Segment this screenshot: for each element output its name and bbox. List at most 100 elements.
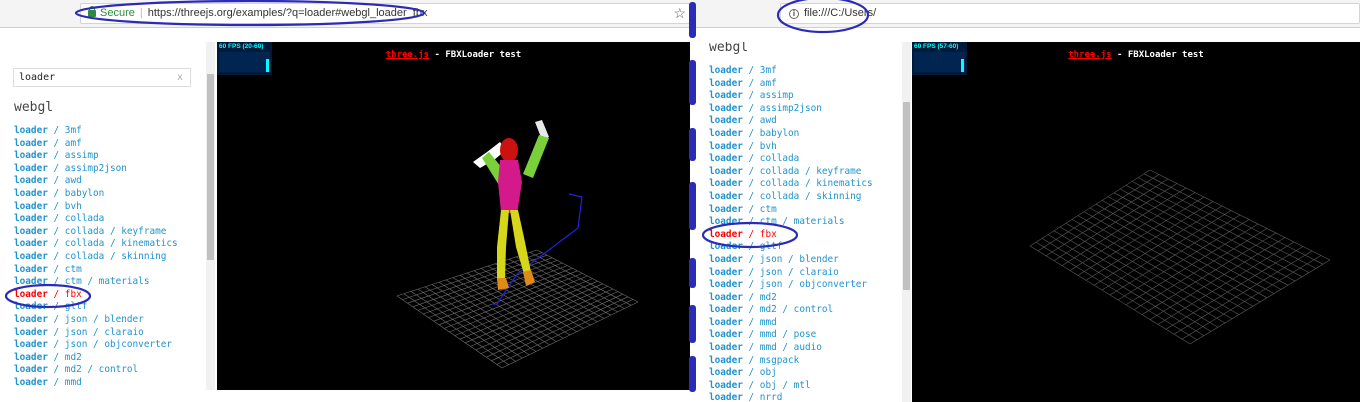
example-link[interactable]: loader / 3mf bbox=[14, 125, 178, 138]
webgl-viewport[interactable]: 60 FPS (57-60) three.js - FBXLoader test bbox=[912, 42, 1360, 402]
url-field[interactable]: Secure | https://threejs.org/examples/?q=l… bbox=[80, 3, 690, 24]
viewport-title-text: - FBXLoader test bbox=[429, 50, 522, 60]
example-link[interactable]: loader / mmd bbox=[14, 377, 178, 390]
example-link[interactable]: loader / json / objconverter bbox=[14, 339, 178, 352]
fps-bar bbox=[961, 59, 964, 72]
viewport-title: three.js - FBXLoader test bbox=[217, 50, 690, 60]
example-link[interactable]: loader / bvh bbox=[709, 141, 873, 154]
search-input[interactable]: loader x bbox=[13, 68, 191, 87]
example-link[interactable]: loader / md2 bbox=[14, 352, 178, 365]
example-path: / gltf bbox=[742, 241, 783, 253]
example-link[interactable]: loader / json / claraio bbox=[709, 267, 873, 280]
example-keyword: loader bbox=[709, 354, 743, 366]
example-path: / awd bbox=[47, 175, 82, 187]
left-foot bbox=[497, 278, 509, 290]
example-keyword: loader bbox=[709, 153, 743, 165]
example-link[interactable]: loader / json / claraio bbox=[14, 327, 178, 340]
sidebar-scrollbar[interactable] bbox=[902, 42, 911, 402]
info-icon[interactable]: i bbox=[789, 9, 799, 19]
url-text: https://threejs.org/examples/?q=loader#w… bbox=[147, 7, 428, 19]
grid-line bbox=[1165, 246, 1304, 330]
example-link[interactable]: loader / mmd / pose bbox=[709, 329, 873, 342]
example-link[interactable]: loader / collada / keyframe bbox=[709, 166, 873, 179]
example-keyword: loader bbox=[709, 316, 743, 328]
example-link[interactable]: loader / md2 / control bbox=[709, 304, 873, 317]
example-keyword: loader bbox=[14, 288, 48, 300]
example-keyword: loader bbox=[709, 127, 743, 139]
example-link[interactable]: loader / gltf bbox=[14, 301, 178, 314]
url-field[interactable]: i file:///C:/Users/ bbox=[780, 3, 1360, 24]
url-separator: | bbox=[139, 7, 143, 19]
example-link[interactable]: loader / collada / keyframe bbox=[14, 226, 178, 239]
example-link[interactable]: loader / assimp bbox=[709, 90, 873, 103]
webgl-viewport[interactable]: 60 FPS (20-60) three.js - FBXLoader test bbox=[217, 42, 690, 390]
example-link[interactable]: loader / msgpack bbox=[709, 355, 873, 368]
floor-grid bbox=[396, 249, 639, 369]
example-keyword: loader bbox=[709, 102, 743, 114]
example-link[interactable]: loader / json / blender bbox=[14, 314, 178, 327]
example-link[interactable]: loader / json / blender bbox=[709, 254, 873, 267]
example-link[interactable]: loader / collada / skinning bbox=[709, 191, 873, 204]
example-link[interactable]: loader / fbx bbox=[709, 229, 873, 242]
example-link[interactable]: loader / amf bbox=[14, 138, 178, 151]
example-link[interactable]: loader / nrrd bbox=[709, 392, 873, 402]
example-link[interactable]: loader / mmd bbox=[709, 317, 873, 330]
example-keyword: loader bbox=[14, 376, 48, 388]
example-link[interactable]: loader / assimp2json bbox=[14, 163, 178, 176]
address-bar: Secure | https://threejs.org/examples/?q=l… bbox=[0, 0, 690, 28]
example-link[interactable]: loader / mmd / audio bbox=[709, 342, 873, 355]
section-title: webgl bbox=[14, 100, 54, 115]
example-path: / collada bbox=[742, 153, 800, 165]
grid-line bbox=[1137, 177, 1317, 269]
example-link[interactable]: loader / awd bbox=[709, 115, 873, 128]
example-link[interactable]: loader / json / objconverter bbox=[709, 279, 873, 292]
example-link[interactable]: loader / obj bbox=[709, 367, 873, 380]
example-link[interactable]: loader / 3mf bbox=[709, 65, 873, 78]
torso bbox=[498, 160, 522, 214]
example-keyword: loader bbox=[709, 241, 743, 253]
example-link[interactable]: loader / babylon bbox=[14, 188, 178, 201]
example-keyword: loader bbox=[709, 291, 743, 303]
example-link[interactable]: loader / collada bbox=[709, 153, 873, 166]
example-link[interactable]: loader / fbx bbox=[14, 289, 178, 302]
example-link[interactable]: loader / assimp2json bbox=[709, 103, 873, 116]
example-path: / json / objconverter bbox=[47, 339, 173, 351]
example-path: / gltf bbox=[47, 301, 88, 313]
example-keyword: loader bbox=[14, 187, 48, 199]
examples-sidebar: loader x webgl loader / 3mf loader / amf l… bbox=[0, 42, 217, 402]
example-link[interactable]: loader / obj / mtl bbox=[709, 380, 873, 393]
example-link[interactable]: loader / ctm / materials bbox=[14, 276, 178, 289]
example-keyword: loader bbox=[14, 137, 48, 149]
scroll-thumb[interactable] bbox=[207, 74, 214, 260]
example-link[interactable]: loader / md2 bbox=[709, 292, 873, 305]
example-keyword: loader bbox=[709, 279, 743, 291]
threejs-link[interactable]: three.js bbox=[1068, 50, 1111, 60]
toolbar-gap bbox=[0, 29, 690, 41]
example-path: / json / claraio bbox=[742, 266, 839, 278]
example-link[interactable]: loader / amf bbox=[709, 78, 873, 91]
clear-search-icon[interactable]: x bbox=[177, 69, 183, 86]
example-link[interactable]: loader / collada / kinematics bbox=[14, 238, 178, 251]
example-link[interactable]: loader / bvh bbox=[14, 201, 178, 214]
example-link[interactable]: loader / ctm bbox=[14, 264, 178, 277]
sidebar-scrollbar[interactable] bbox=[206, 42, 215, 390]
bookmark-star-icon[interactable]: ☆ bbox=[673, 4, 686, 23]
example-keyword: loader bbox=[709, 77, 743, 89]
scroll-thumb[interactable] bbox=[903, 102, 910, 290]
example-keyword: loader bbox=[14, 263, 48, 275]
example-link[interactable]: loader / gltf bbox=[709, 241, 873, 254]
example-link[interactable]: loader / awd bbox=[14, 175, 178, 188]
example-path: / nrrd bbox=[742, 392, 783, 402]
example-link[interactable]: loader / collada bbox=[14, 213, 178, 226]
example-link[interactable]: loader / ctm bbox=[709, 204, 873, 217]
example-link[interactable]: loader / md2 / control bbox=[14, 364, 178, 377]
example-link[interactable]: loader / babylon bbox=[709, 128, 873, 141]
example-path: / ctm / materials bbox=[47, 276, 150, 288]
example-link[interactable]: loader / assimp bbox=[14, 150, 178, 163]
example-link[interactable]: loader / collada / kinematics bbox=[709, 178, 873, 191]
example-link[interactable]: loader / collada / skinning bbox=[14, 251, 178, 264]
right-arm bbox=[523, 135, 549, 178]
example-link[interactable]: loader / ctm / materials bbox=[709, 216, 873, 229]
threejs-link[interactable]: three.js bbox=[386, 50, 429, 60]
example-keyword: loader bbox=[14, 276, 48, 288]
